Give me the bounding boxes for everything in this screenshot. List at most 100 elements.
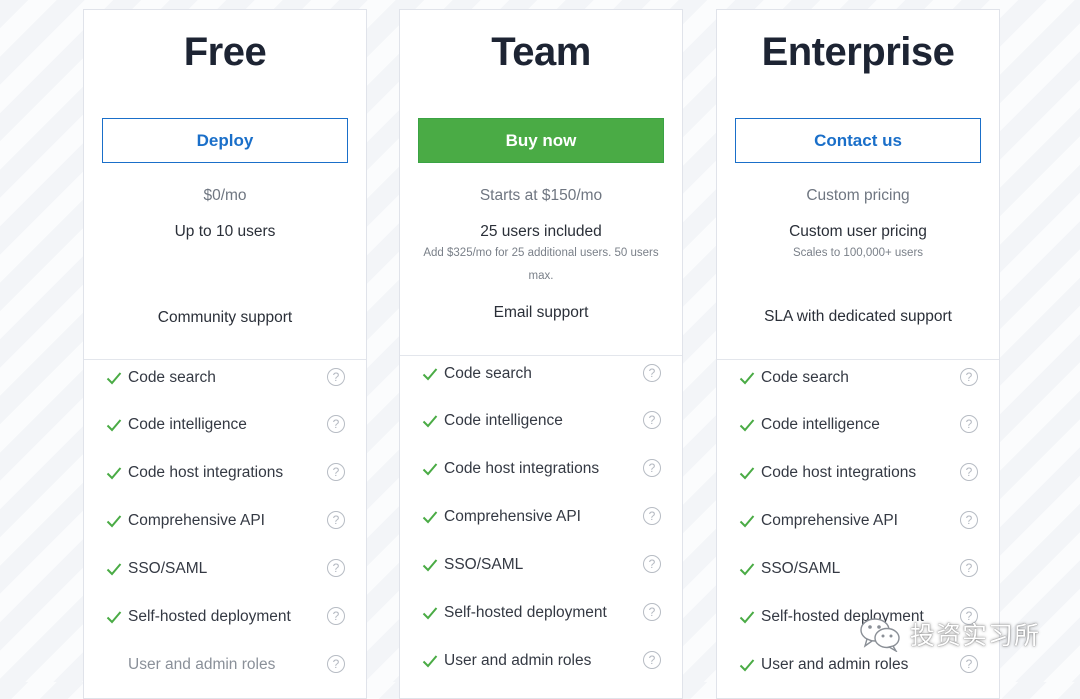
- check-icon: [739, 467, 755, 480]
- feature-item: Comprehensive API ?: [84, 510, 366, 534]
- feature-item: Code intelligence ?: [84, 414, 366, 438]
- plan-title: Free: [183, 30, 267, 74]
- help-circle-icon[interactable]: ?: [327, 655, 345, 673]
- help-circle-icon[interactable]: ?: [643, 364, 661, 382]
- feature-label: User and admin roles: [128, 656, 276, 673]
- feature-label: Self-hosted deployment: [444, 604, 607, 621]
- feature-item: Code host integrations ?: [717, 462, 999, 486]
- check-icon: [422, 511, 438, 524]
- plan-support: SLA with dedicated support: [764, 308, 952, 325]
- plan-users: 25 users included: [480, 223, 602, 240]
- feature-label: Comprehensive API: [128, 512, 265, 529]
- help-circle-icon[interactable]: ?: [327, 463, 345, 481]
- help-circle-icon[interactable]: ?: [327, 511, 345, 529]
- feature-item: SSO/SAML ?: [717, 558, 999, 582]
- help-circle-icon[interactable]: ?: [960, 415, 978, 433]
- feature-item-disabled: User and admin roles ?: [84, 654, 366, 678]
- feature-label: Code search: [761, 369, 849, 386]
- buy-now-button[interactable]: Buy now: [418, 118, 664, 163]
- feature-label: SSO/SAML: [128, 560, 208, 577]
- check-icon: [422, 368, 438, 381]
- watermark: 投资实习所: [858, 616, 1040, 652]
- feature-item: Code intelligence ?: [400, 410, 682, 434]
- plan-header: Free Deploy $0/mo Up to 10 users Communi…: [84, 30, 366, 360]
- help-circle-icon[interactable]: ?: [643, 603, 661, 621]
- feature-label: SSO/SAML: [761, 560, 841, 577]
- plan-price: Custom pricing: [806, 187, 910, 204]
- plan-card-enterprise: Enterprise Contact us Custom pricing Cus…: [716, 9, 1000, 699]
- plan-header: Enterprise Contact us Custom pricing Cus…: [717, 30, 999, 360]
- feature-item: Code search ?: [84, 367, 366, 391]
- feature-label: Comprehensive API: [761, 512, 898, 529]
- check-icon: [422, 655, 438, 668]
- feature-item: Self-hosted deployment ?: [84, 606, 366, 630]
- feature-item: Comprehensive API ?: [717, 510, 999, 534]
- plan-card-team: Team Buy now Starts at $150/mo 25 users …: [399, 9, 683, 699]
- feature-item: Code search ?: [717, 367, 999, 391]
- plan-title: Team: [491, 30, 591, 74]
- help-circle-icon[interactable]: ?: [960, 511, 978, 529]
- feature-label: SSO/SAML: [444, 556, 524, 573]
- check-icon: [739, 611, 755, 624]
- plan-users: Up to 10 users: [174, 223, 276, 240]
- plan-note: Scales to 100,000+ users: [792, 247, 924, 259]
- check-icon: [422, 415, 438, 428]
- check-icon: [739, 515, 755, 528]
- feature-label: Code host integrations: [761, 464, 917, 481]
- check-icon: [422, 463, 438, 476]
- feature-item: SSO/SAML ?: [400, 554, 682, 578]
- help-circle-icon[interactable]: ?: [960, 559, 978, 577]
- feature-item: SSO/SAML ?: [84, 558, 366, 582]
- feature-label: Code host integrations: [444, 460, 600, 477]
- plan-price: Starts at $150/mo: [479, 187, 603, 204]
- help-circle-icon[interactable]: ?: [960, 463, 978, 481]
- feature-label: User and admin roles: [761, 656, 909, 673]
- feature-item: Code search ?: [400, 363, 682, 387]
- contact-us-button[interactable]: Contact us: [735, 118, 981, 163]
- feature-label: Code intelligence: [444, 412, 563, 429]
- check-icon: [106, 419, 122, 432]
- check-icon: [106, 563, 122, 576]
- help-circle-icon[interactable]: ?: [327, 368, 345, 386]
- help-circle-icon[interactable]: ?: [327, 415, 345, 433]
- help-circle-icon[interactable]: ?: [960, 368, 978, 386]
- plan-title: Enterprise: [761, 30, 955, 74]
- feature-item: Comprehensive API ?: [400, 506, 682, 530]
- plan-price: $0/mo: [203, 187, 247, 204]
- help-circle-icon[interactable]: ?: [643, 411, 661, 429]
- help-circle-icon[interactable]: ?: [327, 607, 345, 625]
- feature-label: Comprehensive API: [444, 508, 581, 525]
- check-icon: [739, 563, 755, 576]
- feature-item: Code host integrations ?: [84, 462, 366, 486]
- plan-note: Add $325/mo for 25 additional users. 50 …: [423, 247, 659, 282]
- feature-label: Self-hosted deployment: [128, 608, 291, 625]
- feature-label: User and admin roles: [444, 652, 592, 669]
- plan-header: Team Buy now Starts at $150/mo 25 users …: [400, 30, 682, 356]
- check-icon: [422, 607, 438, 620]
- check-icon: [106, 611, 122, 624]
- plan-card-free: Free Deploy $0/mo Up to 10 users Communi…: [83, 9, 367, 699]
- check-icon: [106, 372, 122, 385]
- help-circle-icon[interactable]: ?: [960, 655, 978, 673]
- check-icon: [739, 372, 755, 385]
- deploy-button[interactable]: Deploy: [102, 118, 348, 163]
- help-circle-icon[interactable]: ?: [643, 651, 661, 669]
- feature-label: Code host integrations: [128, 464, 284, 481]
- feature-item: User and admin roles ?: [717, 654, 999, 678]
- help-circle-icon[interactable]: ?: [643, 555, 661, 573]
- plan-support: Community support: [157, 309, 293, 326]
- plan-users: Custom user pricing: [789, 223, 927, 240]
- check-icon: [739, 659, 755, 672]
- feature-item: Code intelligence ?: [717, 414, 999, 438]
- check-icon: [422, 559, 438, 572]
- check-icon: [106, 515, 122, 528]
- help-circle-icon[interactable]: ?: [327, 559, 345, 577]
- wechat-logo-icon: [860, 618, 900, 652]
- feature-label: Code intelligence: [761, 416, 880, 433]
- help-circle-icon[interactable]: ?: [643, 459, 661, 477]
- plan-support: Email support: [493, 304, 589, 321]
- feature-item: User and admin roles ?: [400, 650, 682, 674]
- help-circle-icon[interactable]: ?: [643, 507, 661, 525]
- check-icon: [106, 467, 122, 480]
- feature-item: Self-hosted deployment ?: [400, 602, 682, 626]
